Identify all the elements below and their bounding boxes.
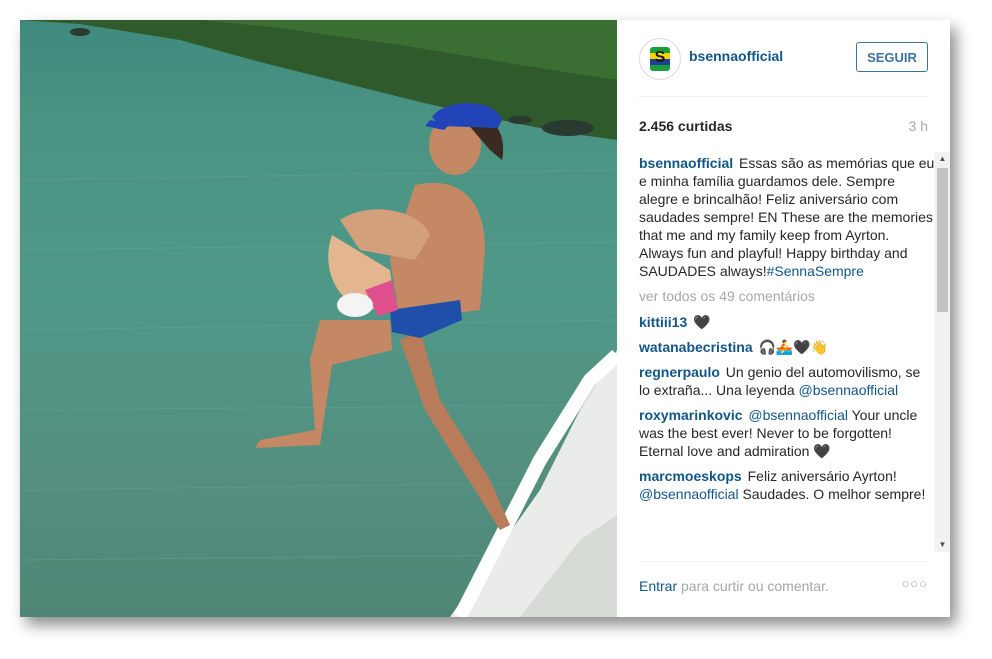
likes-count[interactable]: 2.456 curtidas bbox=[639, 118, 732, 134]
list-item: roxymarinkovic @bsennaofficial Your uncl… bbox=[639, 406, 935, 460]
post-photo[interactable] bbox=[20, 20, 617, 617]
comments-list[interactable]: bsennaofficial Essas são as memórias que… bbox=[639, 154, 935, 552]
login-link[interactable]: Entrar bbox=[639, 578, 677, 594]
follow-button[interactable]: SEGUIR bbox=[856, 42, 928, 72]
photo-illustration bbox=[20, 20, 617, 617]
login-prompt-text: para curtir ou comentar. bbox=[681, 578, 829, 594]
jumping-man bbox=[255, 103, 510, 530]
comments-scrollbar[interactable]: ▲ ▼ bbox=[935, 152, 950, 552]
username-link[interactable]: bsennaofficial bbox=[689, 48, 783, 64]
timestamp[interactable]: 3 h bbox=[909, 118, 928, 134]
caption-username[interactable]: bsennaofficial bbox=[639, 155, 733, 171]
comment-text-continued: Saudades. O melhor sempre! bbox=[742, 486, 926, 502]
more-options-ellipsis-icon[interactable]: ○○○ bbox=[901, 576, 928, 591]
list-item: kittiii13 🖤 bbox=[639, 313, 935, 331]
post-sidebar: S bsennaofficial SEGUIR 2.456 curtidas 3… bbox=[617, 20, 950, 617]
login-prompt: Entrar para curtir ou comentar. bbox=[639, 578, 829, 594]
rock bbox=[542, 120, 594, 136]
comment-text: 🖤 bbox=[693, 314, 711, 330]
instagram-post-card: S bsennaofficial SEGUIR 2.456 curtidas 3… bbox=[20, 20, 950, 617]
comment-username[interactable]: kittiii13 bbox=[639, 314, 687, 330]
comment-text: 🎧🚣🖤👋 bbox=[758, 339, 829, 355]
caption-text: Essas são as memórias que eu e minha fam… bbox=[639, 155, 935, 279]
svg-text:S: S bbox=[655, 49, 666, 66]
comment-username[interactable]: roxymarinkovic bbox=[639, 407, 743, 423]
caption-hashtag[interactable]: #SennaSempre bbox=[767, 263, 864, 279]
post-header: S bsennaofficial SEGUIR bbox=[639, 38, 928, 97]
comment-username[interactable]: regnerpaulo bbox=[639, 364, 720, 380]
list-item: marcmoeskops Feliz aniversário Ayrton! @… bbox=[639, 467, 935, 503]
caption: bsennaofficial Essas são as memórias que… bbox=[639, 154, 935, 280]
rock bbox=[70, 28, 90, 36]
comment-mention[interactable]: @bsennaofficial bbox=[799, 382, 899, 398]
list-item: watanabecristina 🎧🚣🖤👋 bbox=[639, 338, 935, 356]
comment-mention[interactable]: @bsennaofficial bbox=[639, 486, 739, 502]
avatar[interactable]: S bbox=[639, 38, 681, 80]
rock bbox=[508, 116, 532, 124]
list-item: regnerpaulo Un genio del automovilismo, … bbox=[639, 363, 935, 399]
comment-username[interactable]: marcmoeskops bbox=[639, 468, 742, 484]
comment-text: Feliz aniversário Ayrton! bbox=[747, 468, 897, 484]
view-all-comments-link[interactable]: ver todos os 49 comentários bbox=[639, 287, 935, 305]
scrollbar-thumb[interactable] bbox=[937, 168, 948, 312]
comment-mention[interactable]: @bsennaofficial bbox=[748, 407, 848, 423]
post-footer: Entrar para curtir ou comentar. ○○○ bbox=[639, 561, 928, 602]
comment-username[interactable]: watanabecristina bbox=[639, 339, 753, 355]
scroll-up-arrow-icon[interactable]: ▲ bbox=[935, 152, 950, 166]
scroll-down-arrow-icon[interactable]: ▼ bbox=[935, 538, 950, 552]
brazil-flag-helmet-logo-icon: S bbox=[641, 40, 679, 78]
post-stats: 2.456 curtidas 3 h bbox=[639, 116, 928, 136]
